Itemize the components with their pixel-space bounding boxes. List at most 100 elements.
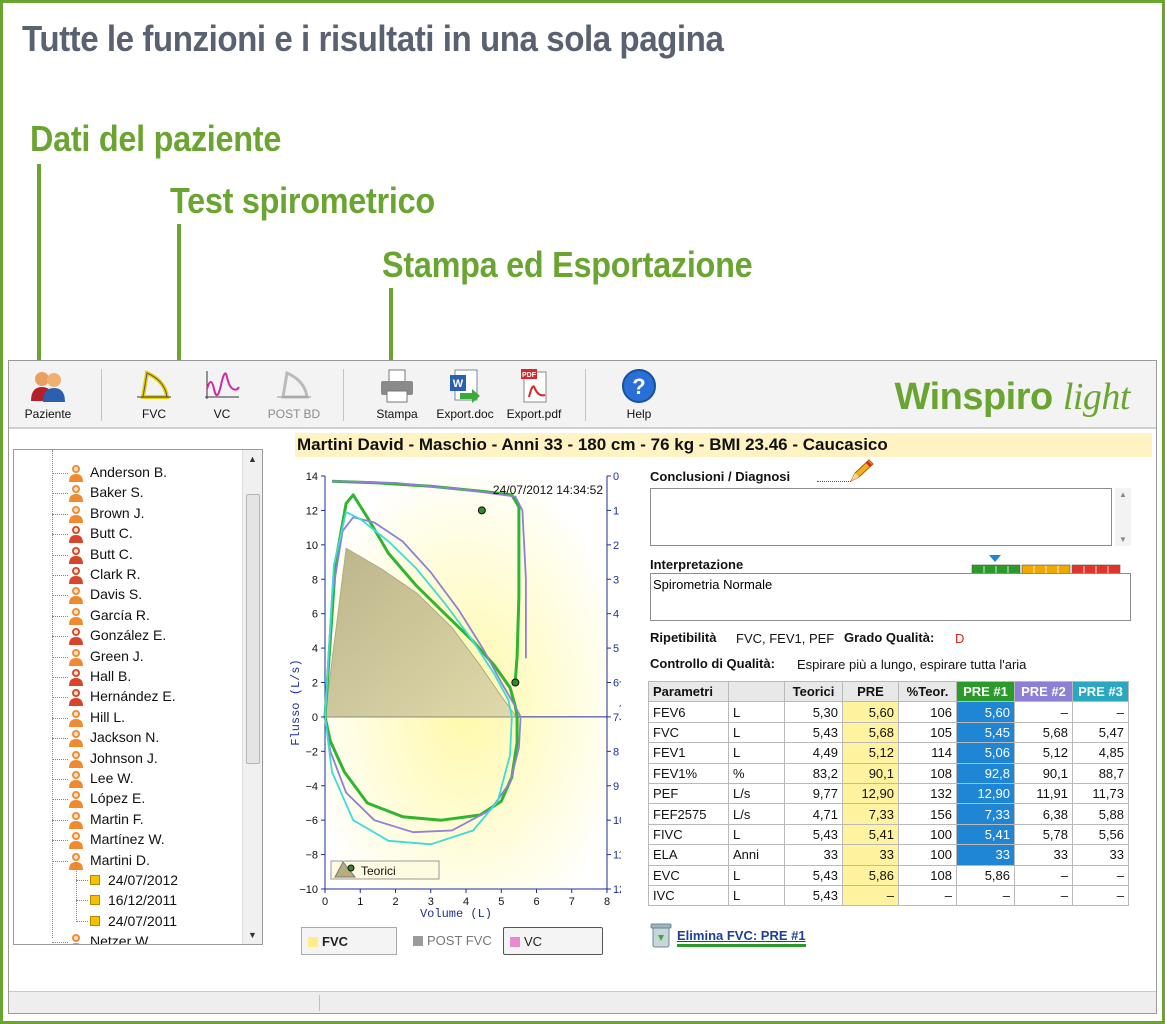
conclusioni-label: Conclusioni / Diagnosi (650, 469, 791, 484)
patient-list-item[interactable]: Brown J. (14, 504, 236, 524)
scroll-down-icon[interactable]: ▼ (248, 930, 257, 940)
session-icon (90, 915, 100, 926)
trash-icon[interactable] (649, 921, 673, 949)
patient-list-item[interactable]: López E. (14, 789, 236, 809)
conclusioni-scrollbar[interactable]: ▲ ▼ (1115, 488, 1131, 546)
table-cell: 5,88 (1072, 803, 1129, 825)
table-cell: 33 (784, 844, 843, 866)
patient-list-item[interactable]: Netzer W. (14, 932, 236, 944)
data-marker (511, 678, 520, 687)
column-header[interactable]: PRE #3 (1072, 680, 1129, 703)
patient-list-item[interactable]: Butt C. (14, 524, 236, 544)
y2-tick-label: 10 (613, 815, 621, 827)
patient-list-item[interactable]: Hernández E. (14, 687, 236, 707)
table-cell: – (1014, 884, 1073, 907)
patient-list-item[interactable]: Lee W. (14, 769, 236, 789)
tree-connector (76, 900, 88, 902)
patient-list[interactable]: ▲ ▼ Anderson B. Baker S. Brown J. Butt C. Bu… (13, 449, 263, 945)
scroll-up-icon[interactable]: ▲ (248, 454, 257, 464)
edit-pencil-icon[interactable] (847, 457, 875, 485)
tree-connector (52, 799, 68, 801)
table-cell: 11,91 (1014, 782, 1073, 805)
conclusioni-textarea[interactable] (650, 488, 1112, 546)
grado-label: Grado Qualità: (844, 630, 935, 645)
tree-connector (76, 880, 88, 881)
legend-fvc-button[interactable]: FVC (301, 927, 397, 955)
table-cell: 108 (898, 762, 957, 784)
interpretazione-box[interactable]: Spirometria Normale (650, 573, 1131, 621)
patient-list-item[interactable]: Anderson B. (14, 463, 236, 483)
patient-list-item[interactable]: Jackson N. (14, 728, 236, 748)
fvc-swatch (308, 937, 318, 947)
tree-connector (52, 677, 68, 678)
table-cell: 4,85 (1072, 742, 1129, 764)
patient-avatar-icon (69, 505, 83, 523)
patient-name: Jackson N. (90, 729, 160, 746)
legend-vc-button[interactable]: VC (503, 927, 603, 955)
table-row: PEF L/s 9,77 12,90 132 12,90 11,91 11,73 (648, 782, 1129, 805)
patient-avatar-icon (69, 567, 83, 584)
column-header[interactable]: PRE #2 (1014, 680, 1073, 703)
patient-list-item[interactable]: Green J. (14, 647, 236, 667)
patient-list-item[interactable]: Baker S. (14, 483, 236, 503)
paziente-button[interactable]: Paziente (13, 367, 83, 425)
callout-print: Stampa ed Esportazione (382, 244, 753, 285)
fvc-button[interactable]: FVC (119, 367, 189, 425)
patient-list-item[interactable]: Hill L. (14, 708, 236, 728)
patient-list-item[interactable]: González E. (14, 626, 236, 646)
table-row: FIVC L 5,43 5,41 100 5,41 5,78 5,56 (648, 823, 1129, 846)
flow-volume-chart: 14121086420−2−4−6−8−10012345678910111201… (285, 467, 632, 921)
patient-name: Anderson B. (90, 464, 168, 480)
table-cell: 5,60 (956, 701, 1015, 723)
help-button[interactable]: ? Help (604, 367, 674, 425)
patient-list-item[interactable]: García R. (14, 606, 236, 626)
patient-list-item[interactable]: Butt C. (14, 545, 236, 565)
scroll-thumb[interactable] (246, 494, 260, 764)
y-tick-label: 4 (312, 643, 318, 655)
legend-postfvc-button[interactable]: POST FVC (407, 927, 497, 955)
patient-list-item[interactable]: Martini D. (14, 851, 236, 871)
column-header (728, 680, 785, 703)
patient-list-item[interactable]: Davis S. (14, 585, 236, 605)
table-cell: 9,77 (784, 782, 843, 805)
patient-name: Hill L. (90, 708, 126, 725)
y-tick-label: 14 (306, 471, 318, 483)
patient-header: Martini David - Maschio - Anni 33 - 180 … (295, 433, 1152, 457)
tree-connector (52, 513, 68, 515)
elimina-fvc-link[interactable]: Elimina FVC: PRE #1 (677, 928, 806, 947)
table-cell: – (956, 884, 1015, 907)
table-cell: 5,06 (956, 742, 1015, 764)
table-cell: L (728, 742, 785, 764)
export-pdf-button[interactable]: PDF Export.pdf (499, 367, 569, 425)
column-header: %Teor. (898, 680, 957, 703)
x-tick-label: 1 (357, 896, 363, 908)
y-tick-label: 6 (312, 609, 318, 621)
patient-list-item[interactable]: Hall B. (14, 667, 236, 687)
table-cell: 5,68 (1014, 721, 1073, 744)
table-cell: 5,41 (842, 823, 899, 846)
tree-line (76, 863, 77, 921)
patient-list-item[interactable]: Martínez W. (14, 830, 236, 850)
vc-button[interactable]: VC (187, 367, 257, 425)
patient-avatar-icon (69, 587, 83, 605)
patient-list-item[interactable]: Martin F. (14, 810, 236, 830)
column-header: Teorici (784, 680, 843, 703)
patient-list-item[interactable]: Johnson J. (14, 749, 236, 769)
table-cell: 92,8 (956, 762, 1015, 784)
y2-tick-label: 11 (613, 850, 621, 862)
patient-list-scrollbar[interactable]: ▲ ▼ (242, 450, 262, 944)
tree-connector (52, 840, 68, 842)
patient-list-item[interactable]: Clark R. (14, 565, 236, 585)
patient-avatar-icon (69, 750, 83, 768)
patient-name: Martin F. (90, 810, 144, 827)
y2-tick-label: 3 (613, 574, 619, 586)
tree-connector (52, 697, 68, 699)
stampa-button[interactable]: Stampa (362, 367, 432, 425)
postbd-button[interactable]: POST BD (259, 367, 329, 425)
patient-avatar-icon (69, 771, 83, 788)
table-cell: 106 (898, 701, 957, 723)
export-doc-button[interactable]: W Export.doc (430, 367, 500, 425)
column-header[interactable]: PRE #1 (956, 680, 1015, 703)
patient-avatar-icon (72, 934, 80, 944)
tree-connector (52, 575, 68, 576)
